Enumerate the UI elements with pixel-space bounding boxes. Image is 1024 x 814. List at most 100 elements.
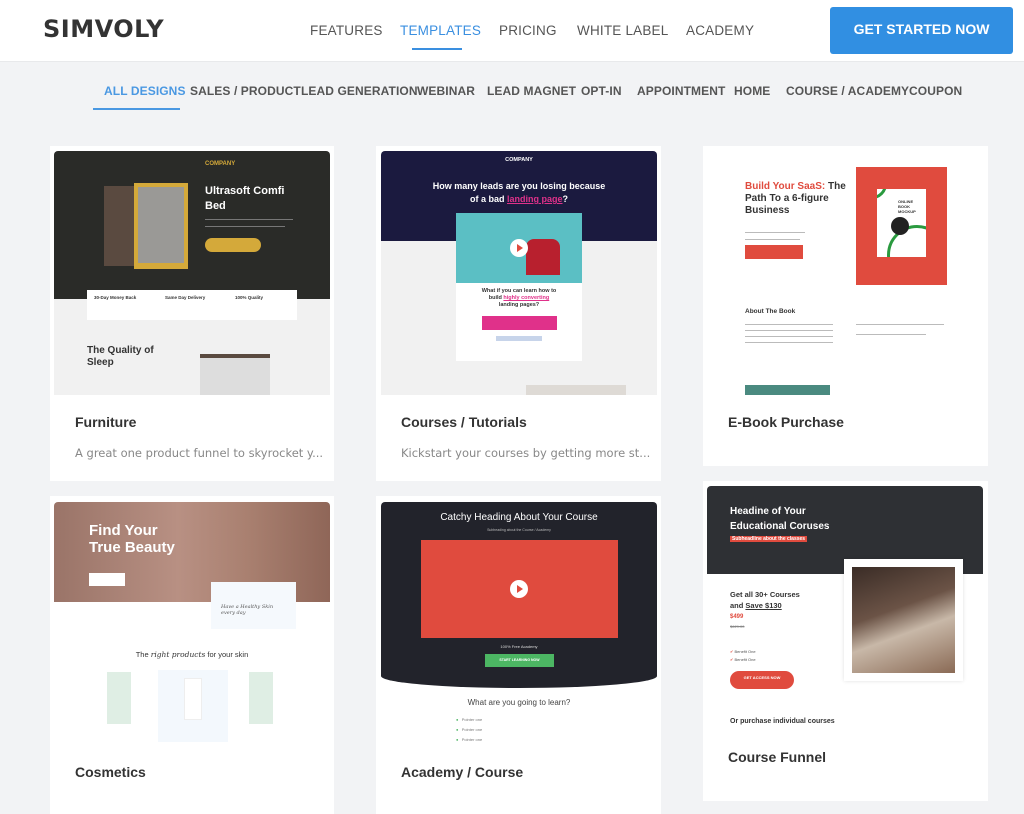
- text: 100% Free Academy: [500, 644, 538, 649]
- play-icon: [891, 217, 909, 235]
- category-sales-product[interactable]: SALES / PRODUCT: [190, 84, 301, 98]
- book-title: ONLINE BOOK MOCKUP: [898, 199, 916, 214]
- preview-headline-2: Path To a 6-figure: [745, 193, 829, 204]
- template-title[interactable]: E-Book Purchase: [728, 414, 844, 430]
- category-webinar[interactable]: WEBINAR: [417, 84, 475, 98]
- preview-section-title: What are you going to learn?: [467, 698, 571, 707]
- list-item: ● Pointer one: [456, 727, 483, 732]
- preview-cta: START LEARNING NOW: [485, 654, 554, 667]
- preview-cta: [745, 245, 803, 259]
- product-image: [249, 672, 273, 724]
- template-card-ebook-purchase[interactable]: Build Your SaaS: The Path To a 6-figure …: [703, 146, 988, 466]
- category-all-designs[interactable]: ALL DESIGNS: [104, 84, 186, 98]
- nav-academy[interactable]: ACADEMY: [686, 23, 754, 38]
- text: MOCKUP: [898, 209, 916, 214]
- preview-section-title: The Quality of: [87, 345, 154, 356]
- text-placeholder: [856, 324, 944, 325]
- list-item: ● Pointer one: [456, 717, 483, 722]
- category-coupon[interactable]: COUPON: [909, 84, 962, 98]
- text: Benefit One: [734, 657, 756, 662]
- feature-label: 30-Day Money Back: [94, 295, 137, 300]
- preview-subheadline: Subheading about the Course / Academy: [487, 528, 551, 532]
- template-card-courses-tutorials[interactable]: COMPANY How many leads are you losing be…: [376, 146, 661, 481]
- benefit-list: ✔ Benefit One ✔ Benefit One: [730, 648, 756, 664]
- preview-headline: Find Your True Beauty: [89, 522, 175, 556]
- template-description: Kickstart your courses by getting more s…: [401, 446, 651, 460]
- category-course-academy[interactable]: COURSE / ACADEMY: [786, 84, 909, 98]
- category-appointment[interactable]: APPOINTMENT: [637, 84, 725, 98]
- product-highlight: [158, 670, 228, 742]
- text: The: [135, 650, 151, 659]
- template-title[interactable]: Academy / Course: [401, 764, 523, 780]
- preview-section-title: About The Book: [745, 308, 796, 315]
- bed-image: [104, 186, 134, 266]
- bed-photo: [200, 354, 270, 395]
- text-placeholder: [745, 324, 833, 325]
- preview-headline-3: Business: [745, 205, 790, 216]
- highlight-text: landing page: [507, 194, 563, 204]
- simvoly-logo[interactable]: SIMVOLY: [43, 15, 164, 43]
- text: Educational Coruses: [730, 521, 830, 532]
- text: and: [730, 601, 746, 610]
- template-card-course-funnel[interactable]: Headine of Your Educational Coruses Subhe…: [703, 481, 988, 801]
- preview-cta: GET ACCESS NOW: [730, 671, 794, 689]
- preview-hero: [54, 151, 330, 299]
- template-title[interactable]: Course Funnel: [728, 749, 826, 765]
- text: build: [488, 295, 504, 301]
- category-opt-in[interactable]: OPT-IN: [581, 84, 622, 98]
- pointer-list: ● Pointer one ● Pointer one ● Pointer on…: [456, 715, 482, 745]
- template-title[interactable]: Furniture: [75, 414, 136, 430]
- preview-features: 30-Day Money Back Same Day Delivery 100%…: [87, 290, 297, 320]
- preview-headline: Headine of Your Educational Coruses: [730, 504, 829, 534]
- preview-card: Have a Healthy Skin every day: [211, 582, 296, 629]
- template-preview[interactable]: Build Your SaaS: The Path To a 6-figure …: [707, 148, 983, 395]
- nav-pricing[interactable]: PRICING: [499, 23, 557, 38]
- text: Benefit One: [734, 649, 756, 654]
- nav-features[interactable]: FEATURES: [310, 23, 383, 38]
- decoration: [877, 189, 887, 199]
- preview-section-title: The right products for your skin: [54, 650, 330, 659]
- text: of a bad: [469, 194, 507, 204]
- text: Pointer one: [461, 737, 483, 742]
- text: ?: [562, 194, 569, 204]
- template-preview[interactable]: Headine of Your Educational Coruses Subhe…: [707, 486, 983, 731]
- category-home[interactable]: HOME: [734, 84, 770, 98]
- text-placeholder: [745, 342, 833, 343]
- template-title[interactable]: Cosmetics: [75, 764, 146, 780]
- template-card-furniture[interactable]: COMPANY Ultrasoft Comfi Bed 30-Day Money…: [50, 146, 334, 481]
- category-lead-generation[interactable]: LEAD GENERATION: [301, 84, 418, 98]
- nav-active-indicator: [412, 48, 462, 50]
- template-description: A great one product funnel to skyrocket …: [75, 446, 324, 460]
- nav-templates[interactable]: TEMPLATES: [400, 23, 481, 38]
- preview-brand: COMPANY: [505, 157, 533, 163]
- list-item: ✔ Benefit One: [730, 657, 756, 662]
- text: Have a Healthy Skin every day: [221, 604, 273, 616]
- highlight-text: highly converting: [503, 295, 550, 301]
- template-card-academy-course[interactable]: Catchy Heading About Your Course Subhead…: [376, 496, 661, 814]
- category-lead-magnet[interactable]: LEAD MAGNET: [487, 84, 576, 98]
- text-placeholder: [205, 219, 293, 220]
- preview-headline: Ultrasoft Comfi: [205, 185, 285, 197]
- template-preview[interactable]: Catchy Heading About Your Course Subhead…: [381, 502, 657, 746]
- text: What if you can learn how to: [481, 288, 557, 294]
- template-preview[interactable]: COMPANY Ultrasoft Comfi Bed 30-Day Money…: [54, 151, 330, 395]
- top-navigation-bar: SIMVOLY FEATURES TEMPLATES PRICING WHITE…: [0, 0, 1024, 62]
- preview-brand: COMPANY: [205, 161, 236, 167]
- template-card-cosmetics[interactable]: Find Your True Beauty Have a Healthy Skin…: [50, 496, 334, 814]
- book-mockup: ONLINE BOOK MOCKUP: [877, 189, 926, 257]
- video-thumbnail: [421, 540, 618, 638]
- text: build highly converting: [456, 295, 582, 301]
- preview-section-title-2: Sleep: [87, 357, 114, 368]
- template-title[interactable]: Courses / Tutorials: [401, 414, 527, 430]
- preview-headline: Build Your SaaS: The: [745, 181, 846, 192]
- bed-sheet: [138, 187, 184, 263]
- preview-image: [526, 385, 626, 395]
- template-preview[interactable]: COMPANY How many leads are you losing be…: [381, 151, 657, 395]
- get-started-button[interactable]: GET STARTED NOW: [830, 7, 1013, 54]
- product-image: [107, 672, 131, 724]
- text: Pointer one: [461, 717, 483, 722]
- preview-image: [745, 385, 830, 395]
- template-preview[interactable]: Find Your True Beauty Have a Healthy Skin…: [54, 502, 330, 746]
- nav-white-label[interactable]: WHITE LABEL: [577, 23, 668, 38]
- text: Save $130: [745, 601, 782, 610]
